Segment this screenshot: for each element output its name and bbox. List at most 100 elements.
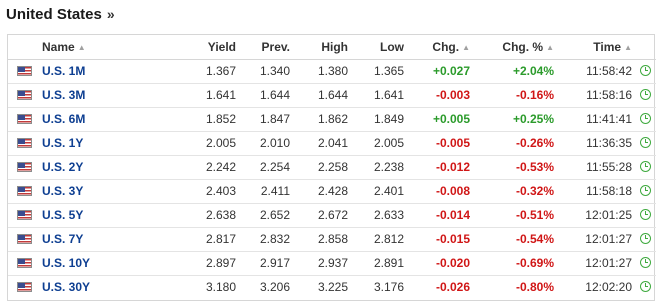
sort-icon[interactable]: ▲︎ [624, 43, 632, 52]
high-cell: 2.858 [296, 227, 354, 252]
header-chg-pct-label[interactable]: Chg. % [502, 40, 543, 54]
bond-name-link[interactable]: U.S. 30Y [42, 280, 90, 294]
table-row[interactable]: U.S. 30Y 3.180 3.206 3.225 3.176 -0.026 -0.80%… [8, 275, 656, 299]
clock-icon [640, 137, 651, 148]
prev-cell: 2.652 [242, 203, 296, 228]
high-cell: 1.862 [296, 107, 354, 132]
sort-icon[interactable]: ▲︎ [546, 43, 554, 52]
clock-icon [640, 185, 651, 196]
chg-pct-cell: +0.25% [476, 107, 560, 132]
prev-cell: 2.832 [242, 227, 296, 252]
header-time[interactable]: Time ▲︎ [560, 35, 638, 60]
clock-cell [638, 155, 656, 180]
name-cell[interactable]: U.S. 30Y [36, 275, 162, 299]
yield-cell: 2.897 [162, 251, 242, 276]
prev-cell: 2.411 [242, 179, 296, 204]
low-cell: 2.005 [354, 131, 410, 156]
yield-cell: 2.638 [162, 203, 242, 228]
chevron-right-icon[interactable]: » [107, 6, 115, 22]
prev-cell: 2.254 [242, 155, 296, 180]
header-chg-pct[interactable]: Chg. % ▲︎ [476, 35, 560, 60]
bond-name-link[interactable]: U.S. 1Y [42, 136, 83, 150]
time-cell: 11:58:16 [560, 83, 638, 108]
high-cell: 2.428 [296, 179, 354, 204]
name-cell[interactable]: U.S. 10Y [36, 251, 162, 276]
table-row[interactable]: U.S. 10Y 2.897 2.917 2.937 2.891 -0.020 -0.69%… [8, 251, 656, 276]
section-title[interactable]: United States » [6, 4, 115, 24]
table-row[interactable]: U.S. 5Y 2.638 2.652 2.672 2.633 -0.014 -0.51% 1… [8, 203, 656, 228]
time-cell: 12:01:25 [560, 203, 638, 228]
bond-name-link[interactable]: U.S. 7Y [42, 232, 83, 246]
us-flag-icon [17, 90, 32, 100]
table-row[interactable]: U.S. 3M 1.641 1.644 1.644 1.641 -0.003 -0.16% 1… [8, 83, 656, 108]
table-row[interactable]: U.S. 1M 1.367 1.340 1.380 1.365 +0.027 +2.04% 1… [8, 59, 656, 84]
header-chg-label[interactable]: Chg. [432, 40, 459, 54]
name-cell[interactable]: U.S. 3M [36, 83, 162, 108]
chg-cell: -0.003 [410, 83, 476, 108]
header-high-label: High [321, 39, 348, 54]
clock-cell [638, 179, 656, 204]
time-cell: 12:02:20 [585, 280, 632, 295]
chg-cell: -0.014 [410, 203, 476, 228]
header-low-label: Low [380, 39, 404, 54]
time-cell: 11:41:41 [560, 107, 638, 132]
name-cell[interactable]: U.S. 2Y [36, 155, 162, 180]
header-high: High [296, 35, 354, 60]
bond-name-link[interactable]: U.S. 3M [42, 88, 85, 102]
prev-cell: 3.206 [259, 280, 290, 295]
header-yield-label: Yield [207, 39, 236, 54]
low-cell: 2.812 [354, 227, 410, 252]
low-cell: 3.176 [373, 280, 404, 295]
table-row[interactable]: U.S. 6M 1.852 1.847 1.862 1.849 +0.005 +0.25% 1… [8, 107, 656, 132]
header-yield: Yield [162, 35, 242, 60]
header-time-label[interactable]: Time [593, 40, 621, 54]
header-chg[interactable]: Chg. ▲︎ [410, 35, 476, 60]
flag-cell [8, 131, 36, 156]
sort-icon[interactable]: ▲︎ [78, 43, 86, 52]
prev-cell: 2.917 [242, 251, 296, 276]
name-cell[interactable]: U.S. 6M [36, 107, 162, 132]
bond-name-link[interactable]: U.S. 10Y [42, 256, 90, 270]
table-row[interactable]: U.S. 2Y 2.242 2.254 2.258 2.238 -0.012 -0.53% 1… [8, 155, 656, 180]
table-row[interactable]: U.S. 7Y 2.817 2.832 2.858 2.812 -0.015 -0.54% 1… [8, 227, 656, 252]
table-row[interactable]: U.S. 1Y 2.005 2.010 2.041 2.005 -0.005 -0.26% 1… [8, 131, 656, 156]
bond-name-link[interactable]: U.S. 3Y [42, 184, 83, 198]
clock-cell [638, 203, 656, 228]
bond-name-link[interactable]: U.S. 6M [42, 112, 85, 126]
section-title-text[interactable]: United States [6, 6, 102, 23]
clock-icon [640, 113, 651, 124]
clock-cell [638, 59, 656, 84]
us-flag-icon [17, 210, 32, 220]
us-flag-icon [17, 138, 32, 148]
flag-cell [8, 107, 36, 132]
name-cell[interactable]: U.S. 7Y [36, 227, 162, 252]
low-cell: 2.891 [354, 251, 410, 276]
table-row[interactable]: U.S. 3Y 2.403 2.411 2.428 2.401 -0.008 -0.32% 1… [8, 179, 656, 204]
chg-pct-cell: +2.04% [476, 59, 560, 84]
name-cell[interactable]: U.S. 1Y [36, 131, 162, 156]
name-cell[interactable]: U.S. 1M [36, 59, 162, 84]
chg-pct-cell: -0.69% [476, 251, 560, 276]
us-flag-icon [17, 162, 32, 172]
bond-name-link[interactable]: U.S. 1M [42, 64, 85, 78]
chg-cell: -0.026 [435, 280, 470, 295]
clock-cell [638, 131, 656, 156]
low-cell: 1.849 [354, 107, 410, 132]
prev-cell: 1.644 [242, 83, 296, 108]
bond-name-link[interactable]: U.S. 5Y [42, 208, 83, 222]
flag-cell [8, 83, 36, 108]
high-cell: 2.041 [296, 131, 354, 156]
sort-icon[interactable]: ▲︎ [462, 43, 470, 52]
header-low: Low [354, 35, 410, 60]
flag-cell [8, 275, 36, 299]
bond-name-link[interactable]: U.S. 2Y [42, 160, 83, 174]
name-cell[interactable]: U.S. 5Y [36, 203, 162, 228]
clock-icon [640, 233, 651, 244]
yield-cell: 2.817 [162, 227, 242, 252]
name-cell[interactable]: U.S. 3Y [36, 179, 162, 204]
yield-cell: 2.005 [162, 131, 242, 156]
header-name-label[interactable]: Name [42, 40, 75, 54]
header-name[interactable]: Name ▲︎ [36, 35, 162, 60]
us-flag-icon [17, 66, 32, 76]
yield-cell: 2.242 [162, 155, 242, 180]
